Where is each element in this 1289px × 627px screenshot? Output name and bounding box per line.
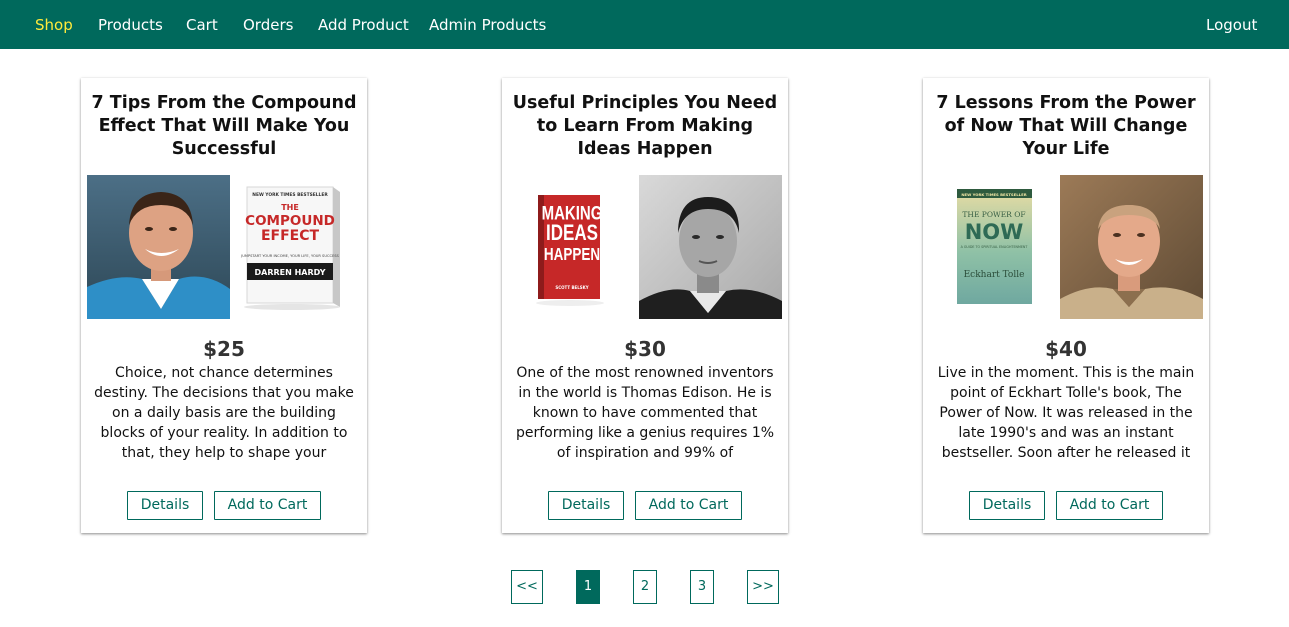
product-description: Live in the moment. This is the main poi… bbox=[937, 365, 1195, 461]
svg-text:THE: THE bbox=[281, 203, 299, 212]
svg-text:HAPPEN: HAPPEN bbox=[544, 245, 600, 264]
svg-text:EFFECT: EFFECT bbox=[261, 228, 320, 244]
svg-text:NEW YORK TIMES BESTSELLER: NEW YORK TIMES BESTSELLER bbox=[252, 192, 328, 198]
nav-link-logout[interactable]: Logout bbox=[1206, 15, 1257, 35]
product-image-collage: NEW YORK TIMES BESTSELLER THE POWER OF N… bbox=[957, 175, 1203, 319]
nav-link-products[interactable]: Products bbox=[98, 15, 163, 35]
book-cover: NEW YORK TIMES BESTSELLER THE POWER OF N… bbox=[957, 189, 1032, 304]
svg-text:IDEAS: IDEAS bbox=[546, 221, 598, 246]
product-image: MAKING IDEAS HAPPEN SCOTT BELSKY bbox=[508, 175, 782, 319]
nav-link-cart[interactable]: Cart bbox=[186, 15, 218, 35]
svg-text:Eckhart Tolle: Eckhart Tolle bbox=[964, 270, 1025, 280]
author-photo bbox=[87, 175, 230, 319]
pagination-prev-button[interactable]: << bbox=[511, 570, 543, 604]
product-card: Useful Principles You Need to Learn From… bbox=[502, 78, 788, 533]
nav-link-admin-products[interactable]: Admin Products bbox=[429, 15, 546, 35]
product-description: One of the most renowned inventors in th… bbox=[515, 365, 775, 461]
product-title: 7 Tips From the Compound Effect That Wil… bbox=[91, 93, 357, 159]
svg-text:NOW: NOW bbox=[965, 220, 1024, 244]
product-card: 7 Tips From the Compound Effect That Wil… bbox=[81, 78, 367, 533]
add-to-cart-button[interactable]: Add to Cart bbox=[214, 491, 321, 520]
author-photo bbox=[1060, 175, 1203, 319]
pagination-next-button[interactable]: >> bbox=[747, 570, 779, 604]
svg-text:THE POWER OF: THE POWER OF bbox=[962, 210, 1025, 219]
product-price: $25 bbox=[203, 337, 245, 361]
pagination-page-1[interactable]: 1 bbox=[576, 570, 600, 604]
svg-text:A GUIDE TO SPIRITUAL ENLIGHTEN: A GUIDE TO SPIRITUAL ENLIGHTENMENT bbox=[961, 245, 1029, 249]
svg-text:DARREN HARDY: DARREN HARDY bbox=[255, 268, 326, 277]
product-card: 7 Lessons From the Power of Now That Wil… bbox=[923, 78, 1209, 533]
product-image: NEW YORK TIMES BESTSELLER THE POWER OF N… bbox=[929, 175, 1203, 319]
nav-link-shop[interactable]: Shop bbox=[35, 15, 73, 35]
svg-text:NEW YORK TIMES BESTSELLER: NEW YORK TIMES BESTSELLER bbox=[961, 192, 1026, 197]
product-title: 7 Lessons From the Power of Now That Wil… bbox=[936, 93, 1196, 159]
pagination-page-3[interactable]: 3 bbox=[690, 570, 714, 604]
product-image: NEW YORK TIMES BESTSELLER THE COMPOUND E… bbox=[87, 175, 361, 319]
add-to-cart-button[interactable]: Add to Cart bbox=[1056, 491, 1163, 520]
product-image-collage: MAKING IDEAS HAPPEN SCOTT BELSKY bbox=[536, 175, 782, 319]
product-price: $30 bbox=[624, 337, 666, 361]
details-button[interactable]: Details bbox=[127, 491, 203, 520]
svg-text:COMPOUND: COMPOUND bbox=[245, 213, 335, 229]
top-navbar: Shop Products Cart Orders Add Product Ad… bbox=[0, 0, 1289, 49]
nav-link-add-product[interactable]: Add Product bbox=[318, 15, 409, 35]
book-cover: NEW YORK TIMES BESTSELLER THE COMPOUND E… bbox=[240, 186, 340, 310]
book-cover: MAKING IDEAS HAPPEN SCOTT BELSKY bbox=[536, 195, 604, 306]
product-price: $40 bbox=[1045, 337, 1087, 361]
details-button[interactable]: Details bbox=[548, 491, 624, 520]
details-button[interactable]: Details bbox=[969, 491, 1045, 520]
svg-text:JUMPSTART YOUR INCOME, YOUR LI: JUMPSTART YOUR INCOME, YOUR LIFE, YOUR S… bbox=[240, 254, 339, 258]
product-title: Useful Principles You Need to Learn From… bbox=[512, 93, 778, 159]
nav-link-orders[interactable]: Orders bbox=[243, 15, 293, 35]
pagination-page-2[interactable]: 2 bbox=[633, 570, 657, 604]
add-to-cart-button[interactable]: Add to Cart bbox=[635, 491, 742, 520]
product-description: Choice, not chance determines destiny. T… bbox=[94, 365, 354, 461]
svg-text:SCOTT BELSKY: SCOTT BELSKY bbox=[555, 285, 588, 290]
author-photo bbox=[639, 175, 782, 319]
product-image-collage: NEW YORK TIMES BESTSELLER THE COMPOUND E… bbox=[87, 175, 340, 319]
